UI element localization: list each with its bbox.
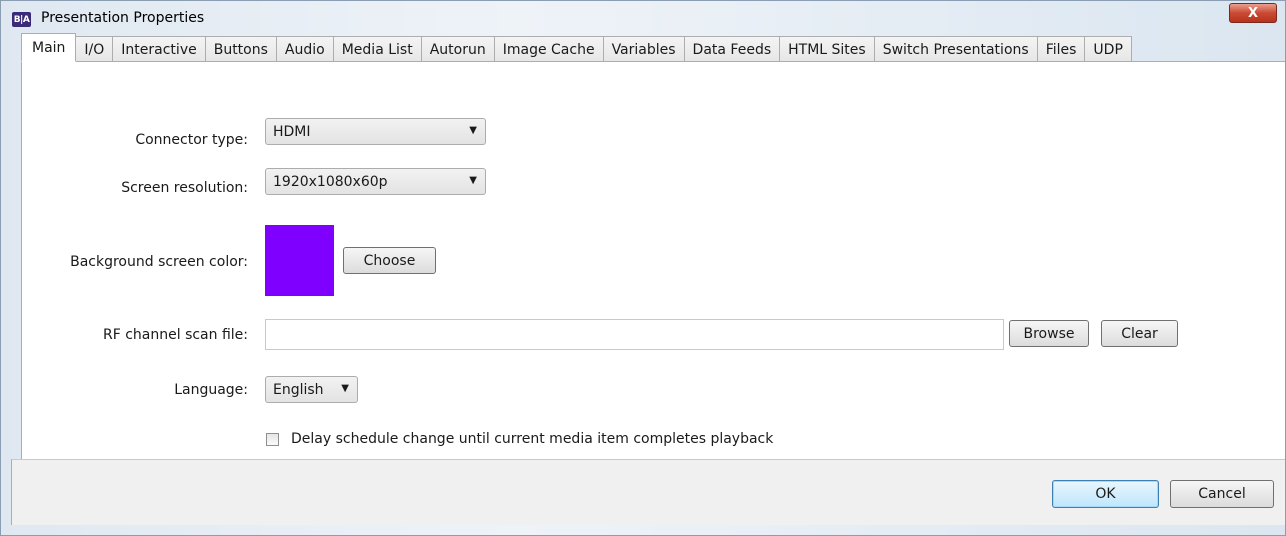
app-logo-icon: B|A [12, 12, 31, 27]
clear-button[interactable]: Clear [1101, 320, 1178, 347]
tab-udp[interactable]: UDP [1085, 36, 1132, 62]
tab-audio[interactable]: Audio [276, 36, 334, 62]
language-value: English [273, 381, 324, 398]
tab-media-list[interactable]: Media List [333, 36, 422, 62]
tab-io[interactable]: I/O [76, 36, 114, 62]
tab-buttons[interactable]: Buttons [205, 36, 277, 62]
window-title: Presentation Properties [41, 10, 205, 26]
tab-variables[interactable]: Variables [603, 36, 685, 62]
chevron-down-icon: ▼ [341, 383, 349, 394]
main-tab-panel: Connector type: HDMI ▼ Screen resolution… [21, 61, 1285, 459]
choose-color-button[interactable]: Choose [343, 247, 436, 274]
delay-schedule-checkbox[interactable] [266, 433, 279, 446]
rf-scan-file-label: RF channel scan file: [102, 327, 248, 343]
tab-files[interactable]: Files [1037, 36, 1086, 62]
tab-main[interactable]: Main [21, 33, 77, 62]
tab-switch-presentations[interactable]: Switch Presentations [874, 36, 1038, 62]
tab-interactive[interactable]: Interactive [113, 36, 206, 62]
language-label: Language: [174, 382, 248, 398]
tab-html-sites[interactable]: HTML Sites [780, 36, 875, 62]
tab-image-cache[interactable]: Image Cache [494, 36, 604, 62]
chevron-down-icon: ▼ [469, 175, 477, 186]
ok-button[interactable]: OK [1052, 480, 1159, 508]
browse-button[interactable]: Browse [1009, 320, 1089, 347]
delay-schedule-label: Delay schedule change until current medi… [291, 431, 774, 447]
close-button[interactable]: X [1229, 3, 1277, 23]
presentation-properties-window: B|A Presentation Properties X Main I/O I… [0, 0, 1286, 536]
tab-bar: Main I/O Interactive Buttons Audio Media… [21, 33, 1285, 62]
close-icon: X [1247, 5, 1259, 21]
screen-resolution-label: Screen resolution: [121, 180, 248, 196]
cancel-button[interactable]: Cancel [1170, 480, 1274, 508]
background-color-swatch[interactable] [265, 225, 334, 296]
screen-resolution-select[interactable]: 1920x1080x60p ▼ [265, 168, 486, 195]
connector-type-select[interactable]: HDMI ▼ [265, 118, 486, 145]
connector-type-label: Connector type: [135, 132, 248, 148]
screen-resolution-value: 1920x1080x60p [273, 173, 388, 190]
chevron-down-icon: ▼ [469, 125, 477, 136]
rf-scan-file-input[interactable] [265, 319, 1004, 350]
dialog-footer: OK Cancel [11, 459, 1285, 525]
connector-type-value: HDMI [273, 123, 311, 140]
title-bar: B|A Presentation Properties X [1, 1, 1285, 33]
tab-data-feeds[interactable]: Data Feeds [684, 36, 781, 62]
language-select[interactable]: English ▼ [265, 376, 358, 403]
background-color-label: Background screen color: [70, 254, 248, 270]
tab-autorun[interactable]: Autorun [421, 36, 495, 62]
